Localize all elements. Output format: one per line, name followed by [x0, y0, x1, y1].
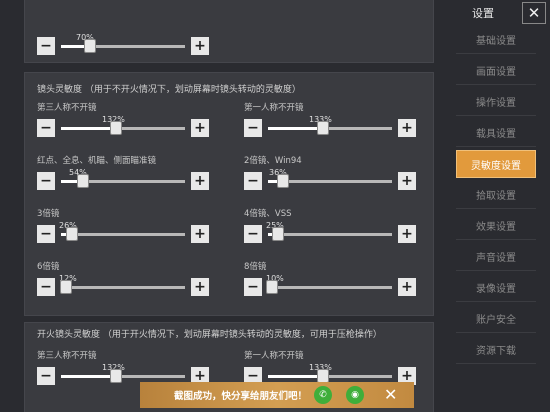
- slider-thumb[interactable]: [60, 280, 72, 294]
- sidebar-header: 设置 ✕: [456, 2, 546, 24]
- close-button[interactable]: ✕: [522, 2, 546, 24]
- sidebar-item[interactable]: 操作设置: [456, 88, 536, 116]
- increase-button[interactable]: +: [191, 172, 209, 190]
- sidebar-item[interactable]: 效果设置: [456, 212, 536, 240]
- top-slider[interactable]: − 70% +: [37, 19, 227, 59]
- slider-track[interactable]: 132%: [61, 363, 185, 383]
- slider-track[interactable]: 70%: [61, 33, 185, 53]
- decrease-button[interactable]: −: [37, 278, 55, 296]
- camera-sensitivity-panel: 镜头灵敏度 （用于不开火情况下，划动屏幕时镜头转动的灵敏度） 第三人称不开镜 −1…: [24, 72, 434, 316]
- slider-track[interactable]: 133%: [268, 363, 392, 383]
- slider-label: 第三人称不开镜: [37, 103, 97, 113]
- slider-thumb[interactable]: [110, 121, 122, 135]
- increase-button[interactable]: +: [191, 119, 209, 137]
- slider-fill: [268, 127, 323, 130]
- slider-label: 8倍镜: [244, 262, 267, 272]
- slider-thumb[interactable]: [277, 174, 289, 188]
- close-icon: ✕: [527, 4, 541, 22]
- slider-track[interactable]: 54%: [61, 168, 185, 188]
- sensitivity-slider[interactable]: 第一人称不开镜 −133% +: [244, 101, 434, 141]
- slider-label: 4倍镜、VSS: [244, 209, 292, 219]
- slider-label: 2倍镜、Win94: [244, 156, 302, 166]
- slider-track[interactable]: 12%: [59, 274, 185, 294]
- slider-fill: [268, 375, 323, 378]
- sidebar-item[interactable]: 载具设置: [456, 119, 536, 147]
- increase-button[interactable]: +: [191, 37, 209, 55]
- decrease-button[interactable]: −: [37, 172, 55, 190]
- screenshot-toast: 截图成功，快分享给朋友们吧！ ✆ ◉ ✕: [140, 382, 414, 408]
- toast-close-icon[interactable]: ✕: [384, 385, 397, 404]
- slider-track[interactable]: 36%: [268, 168, 392, 188]
- sidebar-item[interactable]: 基础设置: [456, 26, 536, 54]
- slider-thumb[interactable]: [84, 39, 96, 53]
- slider-track[interactable]: 25%: [266, 221, 392, 241]
- decrease-button[interactable]: −: [244, 119, 262, 137]
- slider-label: 第三人称不开镜: [37, 351, 97, 361]
- sidebar-item[interactable]: 账户安全: [456, 305, 536, 333]
- slider-thumb[interactable]: [272, 227, 284, 241]
- sidebar-item[interactable]: 拾取设置: [456, 181, 536, 209]
- slider-label: 6倍镜: [37, 262, 60, 272]
- increase-button[interactable]: +: [398, 119, 416, 137]
- slider-thumb[interactable]: [66, 227, 78, 241]
- slider-fill: [61, 375, 116, 378]
- sensitivity-slider[interactable]: 6倍镜 −12% +: [37, 260, 227, 300]
- slider-label: 红点、全息、机瞄、侧面瞄准镜: [37, 156, 157, 166]
- slider-label: 第一人称不开镜: [244, 351, 304, 361]
- decrease-button[interactable]: −: [244, 225, 262, 243]
- decrease-button[interactable]: −: [37, 119, 55, 137]
- slider-thumb[interactable]: [110, 369, 122, 383]
- slider-track[interactable]: 26%: [59, 221, 185, 241]
- slider-thumb[interactable]: [77, 174, 89, 188]
- fire-section-title: 开火镜头灵敏度 （用于开火情况下，划动屏幕时镜头转动的灵敏度，可用于压枪操作）: [37, 330, 382, 340]
- toast-message: 截图成功，快分享给朋友们吧！: [174, 391, 308, 402]
- increase-button[interactable]: +: [191, 225, 209, 243]
- slider-thumb[interactable]: [317, 369, 329, 383]
- slider-label: 第一人称不开镜: [244, 103, 304, 113]
- decrease-button[interactable]: −: [37, 37, 55, 55]
- slider-track[interactable]: 132%: [61, 115, 185, 135]
- sidebar-item[interactable]: 画面设置: [456, 57, 536, 85]
- slider-thumb[interactable]: [266, 280, 278, 294]
- sensitivity-slider[interactable]: 8倍镜 −10% +: [244, 260, 434, 300]
- slider-label: 3倍镜: [37, 209, 60, 219]
- sidebar-item[interactable]: 声音设置: [456, 243, 536, 271]
- increase-button[interactable]: +: [398, 172, 416, 190]
- sensitivity-slider[interactable]: 红点、全息、机瞄、侧面瞄准镜 −54% +: [37, 154, 227, 194]
- sensitivity-slider[interactable]: 2倍镜、Win94 −36% +: [244, 154, 434, 194]
- decrease-button[interactable]: −: [37, 225, 55, 243]
- sensitivity-slider[interactable]: 第三人称不开镜 −132% +: [37, 101, 227, 141]
- decrease-button[interactable]: −: [244, 278, 262, 296]
- wechat-icon[interactable]: ✆: [314, 386, 332, 404]
- sidebar-item[interactable]: 灵敏度设置: [456, 150, 536, 178]
- moments-icon[interactable]: ◉: [346, 386, 364, 404]
- slider-track[interactable]: 10%: [266, 274, 392, 294]
- decrease-button[interactable]: −: [244, 172, 262, 190]
- sidebar-item[interactable]: 资源下载: [456, 336, 536, 364]
- top-partial-panel: − 70% +: [24, 0, 434, 63]
- sensitivity-slider[interactable]: 4倍镜、VSS −25% +: [244, 207, 434, 247]
- camera-section-title: 镜头灵敏度 （用于不开火情况下，划动屏幕时镜头转动的灵敏度）: [37, 85, 301, 95]
- increase-button[interactable]: +: [398, 278, 416, 296]
- slider-thumb[interactable]: [317, 121, 329, 135]
- settings-sidebar: 设置 ✕ 基础设置画面设置操作设置载具设置灵敏度设置拾取设置效果设置声音设置录像…: [444, 0, 550, 412]
- slider-fill: [61, 127, 116, 130]
- decrease-button[interactable]: −: [37, 367, 55, 385]
- increase-button[interactable]: +: [398, 225, 416, 243]
- settings-content: − 70% + 镜头灵敏度 （用于不开火情况下，划动屏幕时镜头转动的灵敏度） 第…: [24, 0, 434, 412]
- slider-track[interactable]: 133%: [268, 115, 392, 135]
- sensitivity-slider[interactable]: 3倍镜 −26% +: [37, 207, 227, 247]
- increase-button[interactable]: +: [191, 278, 209, 296]
- sidebar-title: 设置: [472, 7, 494, 20]
- sidebar-item[interactable]: 录像设置: [456, 274, 536, 302]
